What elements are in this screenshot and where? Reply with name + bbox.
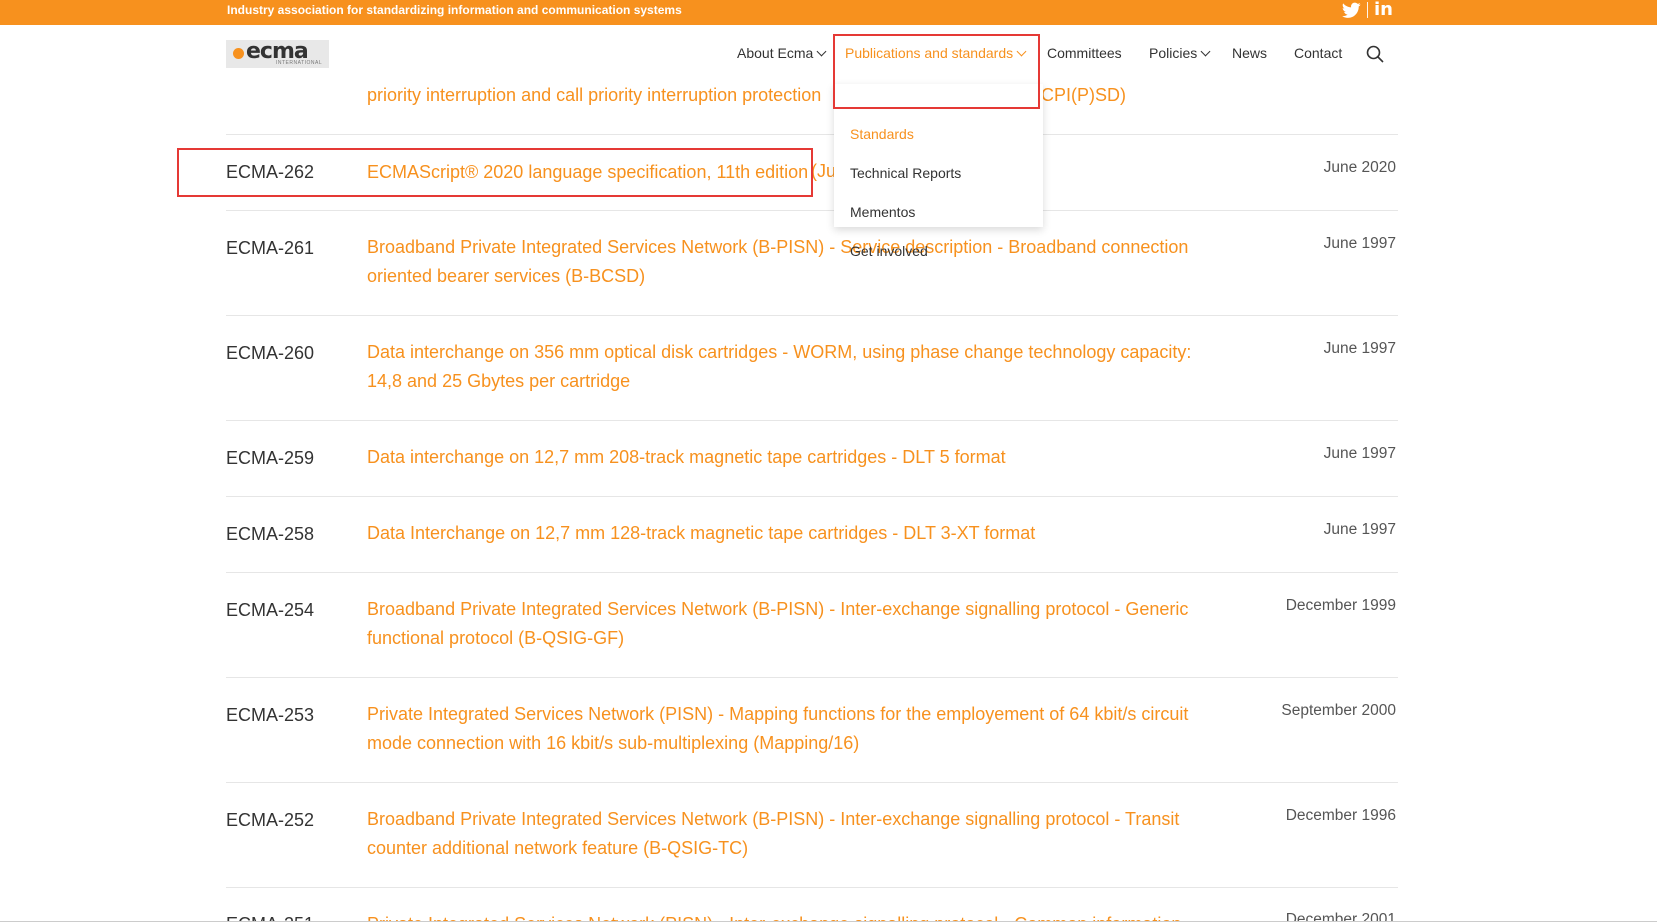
standard-date: June 1997: [1323, 340, 1396, 357]
standard-title-link[interactable]: Broadband Private Integrated Services Ne…: [367, 595, 1202, 653]
dropdown-item-technical-reports[interactable]: Technical Reports: [850, 165, 961, 181]
standard-title-overflow[interactable]: (Ju: [811, 159, 836, 184]
standard-date: June 1997: [1323, 521, 1396, 538]
row-divider: [226, 677, 1398, 678]
standard-title-link[interactable]: Data interchange on 356 mm optical disk …: [367, 338, 1202, 396]
nav-label: News: [1232, 45, 1268, 61]
standard-title-link[interactable]: Broadband Private Integrated Services Ne…: [367, 805, 1202, 863]
row-divider: [226, 782, 1398, 783]
tagline: Industry association for standardizing i…: [227, 3, 682, 17]
standard-code: ECMA-260: [226, 343, 315, 363]
chevron-down-icon: [816, 46, 827, 56]
standard-code: ECMA-262: [226, 162, 315, 182]
standard-date: June 1997: [1323, 235, 1396, 252]
nav-label: Publications and standards: [845, 45, 1014, 61]
standard-date: June 2020: [1323, 159, 1396, 176]
standard-title-link[interactable]: Data interchange on 12,7 mm 208-track ma…: [367, 443, 1202, 472]
standard-title-link[interactable]: CPI(P)SD): [1041, 81, 1126, 110]
standard-date: September 2000: [1281, 702, 1396, 719]
nav-policies[interactable]: Policies: [1149, 45, 1211, 61]
dropdown-item-get-involved[interactable]: Get involved: [850, 243, 928, 259]
nav-publications-and-standards[interactable]: Publications and standards: [845, 45, 1027, 61]
standard-code: ECMA-254: [226, 600, 315, 620]
standard-code: ECMA-253: [226, 705, 315, 725]
row-divider: [226, 134, 1398, 135]
standard-date: December 1996: [1285, 807, 1396, 824]
row-divider: [226, 315, 1398, 316]
divider: [1367, 2, 1369, 18]
dropdown-item-mementos[interactable]: Mementos: [850, 204, 915, 220]
nav-label: About Ecma: [737, 45, 814, 61]
top-banner: Industry association for standardizing i…: [0, 0, 1657, 25]
standard-title-link[interactable]: Data Interchange on 12,7 mm 128-track ma…: [367, 519, 1202, 548]
standard-code: ECMA-258: [226, 524, 315, 544]
row-divider: [226, 572, 1398, 573]
social-links: in: [1342, 1, 1393, 19]
nav-committees[interactable]: Committees: [1047, 45, 1122, 61]
chevron-down-icon: [1016, 46, 1027, 56]
standard-code: ECMA-261: [226, 238, 315, 258]
standard-date: June 1997: [1323, 445, 1396, 462]
row-divider: [226, 887, 1398, 888]
linkedin-icon[interactable]: in: [1374, 1, 1393, 19]
standard-title-link[interactable]: ECMAScript® 2020 language specification,…: [367, 158, 808, 187]
nav-label: Contact: [1294, 45, 1343, 61]
standard-title-link[interactable]: Private Integrated Services Network (PIS…: [367, 700, 1202, 758]
standard-title-link[interactable]: Broadband Private Integrated Services Ne…: [367, 233, 1202, 291]
nav-label: Committees: [1047, 45, 1122, 61]
publications-dropdown-menu: Standards Technical Reports Mementos Get…: [834, 84, 1043, 259]
nav-news[interactable]: News: [1232, 45, 1267, 61]
standard-code: ECMA-252: [226, 810, 315, 830]
chevron-down-icon: [1200, 46, 1211, 56]
nav-contact[interactable]: Contact: [1294, 45, 1342, 61]
standard-title-link[interactable]: priority interruption and call priority …: [367, 81, 821, 110]
search-icon[interactable]: [1366, 45, 1384, 63]
site-header: ecma INTERNATIONAL About Ecma Publicatio…: [0, 25, 1657, 80]
dropdown-item-standards[interactable]: Standards: [850, 126, 914, 142]
nav-label: Policies: [1149, 45, 1198, 61]
standard-code: ECMA-259: [226, 448, 315, 468]
twitter-icon[interactable]: [1342, 2, 1361, 19]
nav-about-ecma[interactable]: About Ecma: [737, 45, 827, 61]
main-nav: About Ecma Publications and standards Co…: [0, 45, 1657, 65]
row-divider: [226, 210, 1398, 211]
row-divider: [226, 420, 1398, 421]
row-divider: [226, 496, 1398, 497]
standard-date: December 1999: [1285, 597, 1396, 614]
